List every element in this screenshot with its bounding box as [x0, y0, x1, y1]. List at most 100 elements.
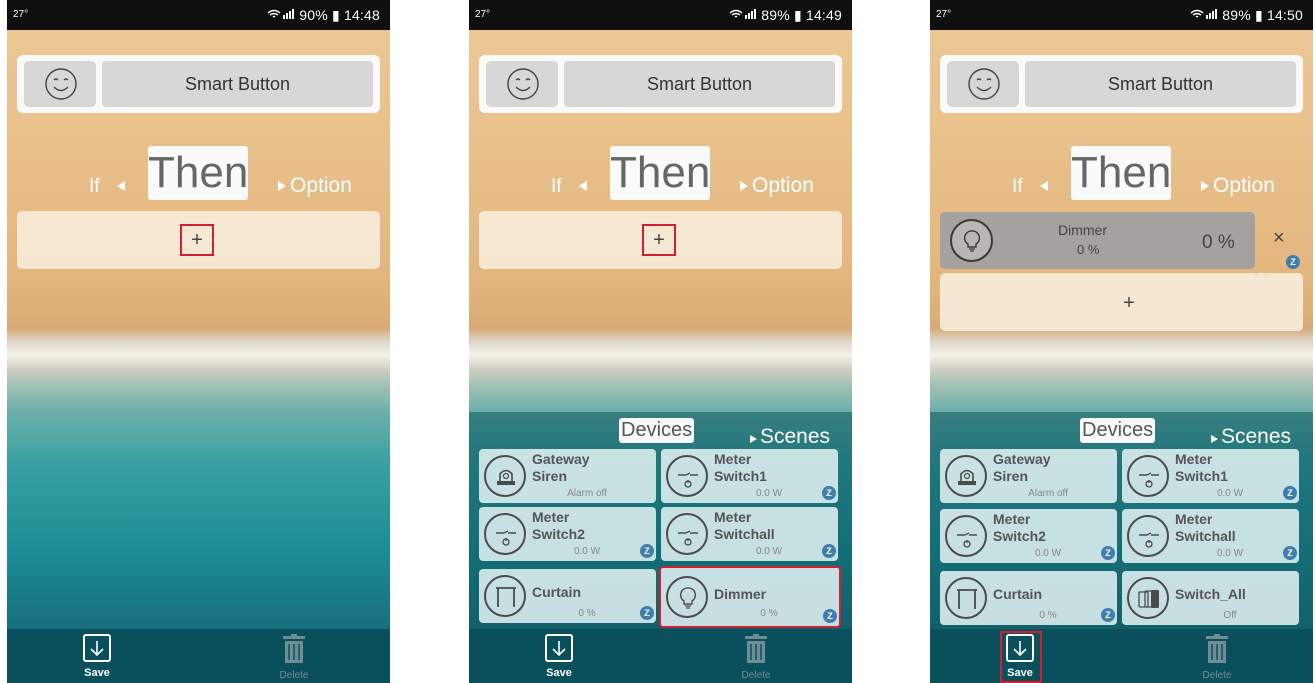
battery-time-text: 90% ▮ 14:48 [299, 7, 380, 23]
meter-switch-icon [484, 513, 526, 555]
device-tile[interactable]: Meter Switch1 0.0 W Z [661, 449, 838, 503]
delete-button-label[interactable]: Delete [737, 670, 775, 681]
device-status: 0 % [760, 608, 778, 619]
right-arrow-icon [1201, 181, 1209, 191]
header-card: Smart Button [479, 55, 842, 113]
add-action-card[interactable]: + [17, 211, 380, 269]
tab-devices[interactable]: Devices [619, 418, 695, 443]
device-status: Off [1223, 610, 1237, 621]
device-name: Dimmer [714, 586, 767, 602]
device-tile[interactable]: Gateway Siren Alarm off [940, 449, 1117, 503]
tab-if[interactable]: If [89, 176, 100, 198]
icon-picker-button[interactable] [947, 61, 1019, 107]
tab-scenes[interactable]: Scenes [1221, 425, 1291, 449]
icon-picker-button[interactable] [24, 61, 96, 107]
tab-if[interactable]: If [551, 176, 562, 198]
device-tile[interactable]: Meter Switch1 0.0 W Z [1122, 449, 1299, 503]
device-tile[interactable]: Curtain 0 % Z [940, 571, 1117, 625]
add-action-card[interactable]: + [479, 211, 842, 269]
status-bar: 27° 89% ▮ 14:50 [930, 0, 1313, 30]
device-tile[interactable]: Curtain 0 % Z [479, 569, 656, 623]
meter-switch-icon [666, 455, 708, 497]
status-info: 90% ▮ 14:48 [267, 7, 380, 24]
tab-then[interactable]: Then [610, 146, 710, 200]
bottom-bar: Save Delete [469, 629, 852, 683]
smiley-icon [45, 68, 77, 100]
status-info: 89% ▮ 14:49 [729, 7, 842, 24]
phone-screen-2: 27° 89% ▮ 14:49 Smart Button If Then Opt… [469, 0, 852, 683]
switch-all-icon [1127, 577, 1169, 619]
device-tile[interactable]: Meter Switchall 0.0 W Z [661, 507, 838, 561]
curtain-icon [484, 575, 526, 617]
tab-scenes[interactable]: Scenes [760, 425, 830, 449]
remove-action-close-icon[interactable]: × [1273, 227, 1285, 250]
device-tile[interactable]: Meter Switchall 0.0 W Z [1122, 509, 1299, 563]
tab-then[interactable]: Then [148, 146, 248, 200]
save-button-label[interactable]: Save [545, 667, 573, 679]
delete-button-label[interactable]: Delete [275, 670, 313, 681]
save-button-label[interactable]: Save [83, 667, 111, 679]
right-arrow-icon [740, 181, 748, 191]
device-tile[interactable]: Meter Switch2 0.0 W Z [479, 507, 656, 561]
wifi-signal-icon [729, 7, 761, 23]
rule-name-button[interactable]: Smart Button [1025, 61, 1296, 107]
trash-icon[interactable] [280, 634, 308, 664]
save-icon[interactable] [1006, 634, 1034, 662]
icon-picker-button[interactable] [486, 61, 558, 107]
temperature-text: 27° [936, 9, 952, 20]
add-action-button[interactable]: + [642, 224, 676, 256]
tab-devices[interactable]: Devices [1080, 418, 1156, 443]
tab-if[interactable]: If [1012, 176, 1023, 198]
zwave-badge-icon: Z [822, 544, 836, 558]
battery-time-text: 89% ▮ 14:49 [761, 7, 842, 23]
zwave-badge-icon: Z [1101, 546, 1115, 560]
add-action-button[interactable]: + [180, 224, 214, 256]
save-icon[interactable] [83, 634, 111, 662]
device-status: 0.0 W [1216, 488, 1244, 499]
zwave-badge-icon: Z [1283, 486, 1297, 500]
rule-name-button[interactable]: Smart Button [102, 61, 373, 107]
save-icon[interactable] [545, 634, 573, 662]
action-value[interactable]: 0 % [1202, 232, 1235, 254]
temperature-text: 27° [13, 9, 29, 20]
device-tile-selected[interactable]: Dimmer 0 % Z [659, 566, 841, 628]
tab-then[interactable]: Then [1071, 146, 1171, 200]
action-card-dimmer[interactable]: Dimmer 0 % 0 % [940, 212, 1255, 269]
device-tile[interactable]: Meter Switch2 0.0 W Z [940, 509, 1117, 563]
trash-icon[interactable] [742, 634, 770, 664]
left-arrow-icon [579, 181, 587, 191]
device-status: 0.0 W [1034, 548, 1062, 559]
device-name: Meter Switch1 [714, 451, 767, 484]
device-name: Meter Switch1 [1175, 451, 1228, 484]
smiley-icon [968, 68, 1000, 100]
tab-option[interactable]: Option [290, 174, 352, 198]
zwave-badge-icon: Z [1286, 255, 1300, 269]
trash-icon[interactable] [1203, 634, 1231, 664]
device-status: 0.0 W [755, 488, 783, 499]
device-tile[interactable]: Switch_All Off [1122, 571, 1299, 625]
device-name: Meter Switchall [1175, 511, 1236, 544]
device-name: Gateway Siren [532, 451, 590, 484]
device-status: 0.0 W [755, 546, 783, 557]
device-status: 0 % [578, 608, 596, 619]
siren-icon [945, 455, 987, 497]
signal-strength-icon [1255, 263, 1275, 276]
device-name: Meter Switch2 [532, 509, 585, 542]
save-button-label[interactable]: Save [1006, 667, 1034, 679]
action-device-name: Dimmer [1058, 222, 1107, 238]
device-name: Meter Switch2 [993, 511, 1046, 544]
meter-switch-icon [1127, 455, 1169, 497]
siren-icon [484, 455, 526, 497]
tab-option[interactable]: Option [1213, 174, 1275, 198]
add-action-card[interactable]: + [940, 273, 1303, 331]
device-tile[interactable]: Gateway Siren Alarm off [479, 449, 656, 503]
add-action-button[interactable]: + [1112, 292, 1146, 314]
delete-button-label[interactable]: Delete [1198, 670, 1236, 681]
device-name: Switch_All [1175, 586, 1246, 602]
wifi-signal-icon [267, 7, 299, 23]
rule-name-button[interactable]: Smart Button [564, 61, 835, 107]
device-name: Meter Switchall [714, 509, 775, 542]
bottom-bar: Save Delete [930, 629, 1313, 683]
wifi-signal-icon [1190, 7, 1222, 23]
tab-option[interactable]: Option [752, 174, 814, 198]
